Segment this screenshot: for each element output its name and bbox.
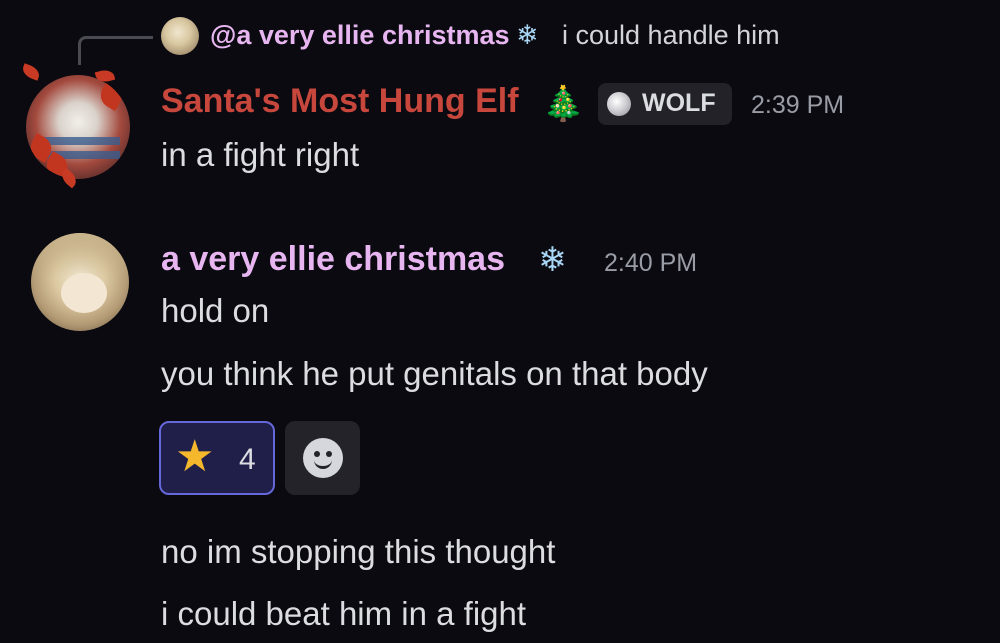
message-timestamp[interactable]: 2:40 PM [604, 249, 697, 278]
santa-avatar[interactable] [26, 75, 130, 179]
santa-author-name[interactable]: Santa's Most Hung Elf [161, 82, 519, 121]
wolf-icon [607, 92, 631, 116]
snowflake-icon: ❄ [538, 241, 567, 279]
smile-icon [303, 438, 343, 478]
star-icon: ★ [175, 432, 215, 481]
role-tag[interactable]: WOLF [598, 83, 732, 125]
star-reaction-button[interactable]: ★ 4 [159, 421, 275, 495]
message-text: you think he put genitals on that body [161, 355, 708, 392]
reply-author-avatar[interactable] [161, 17, 199, 55]
ellie-avatar[interactable] [31, 233, 129, 331]
add-reaction-button[interactable] [285, 421, 360, 495]
message-text: no im stopping this thought [161, 533, 556, 570]
ellie-author-name[interactable]: a very ellie christmas [161, 240, 505, 279]
reply-preview-text[interactable]: i could handle him [562, 20, 780, 51]
message-text: hold on [161, 292, 270, 329]
reply-connector [78, 36, 153, 65]
message-text: in a fight right [161, 136, 360, 173]
leaf-decoration [20, 63, 42, 81]
message-text: i could beat him in a fight [161, 595, 527, 632]
role-tag-label: WOLF [642, 89, 716, 117]
reaction-count: 4 [239, 443, 256, 476]
message-timestamp[interactable]: 2:39 PM [751, 91, 844, 120]
snowflake-icon: ❄ [516, 20, 539, 50]
reply-author-name[interactable]: @a very ellie christmas [210, 20, 510, 51]
christmas-tree-icon: 🎄 [542, 85, 585, 123]
